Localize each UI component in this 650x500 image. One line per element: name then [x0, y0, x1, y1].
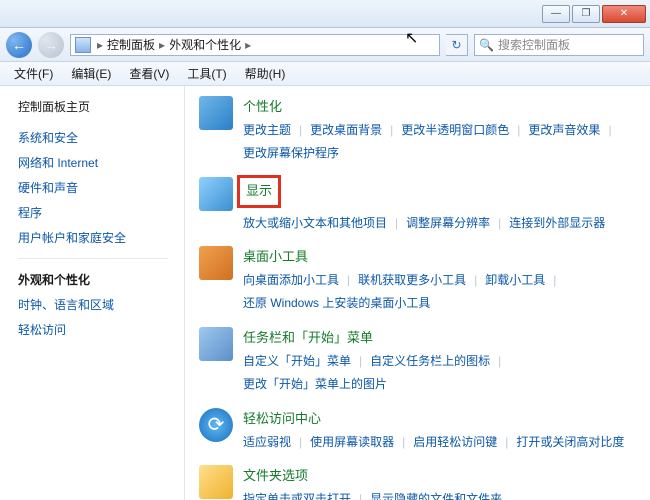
link-divider: |	[339, 269, 358, 292]
menu-bar: 文件(F) 编辑(E) 查看(V) 工具(T) 帮助(H)	[0, 62, 650, 86]
content-pane: 个性化更改主题|更改桌面背景|更改半透明窗口颜色|更改声音效果|更改屏幕保护程序…	[185, 86, 650, 500]
minimize-button[interactable]: —	[542, 5, 570, 23]
category-icon	[199, 327, 233, 361]
link-divider: |	[351, 350, 370, 373]
category-link[interactable]: 启用轻松访问键	[413, 431, 497, 454]
category-link[interactable]: 显示隐藏的文件和文件夹	[370, 488, 502, 500]
link-divider: |	[497, 431, 516, 454]
address-bar[interactable]: ▸ 控制面板 ▸ 外观和个性化 ▸	[70, 34, 440, 56]
category: 桌面小工具向桌面添加小工具|联机获取更多小工具|卸载小工具|还原 Windows…	[199, 246, 636, 315]
sidebar-item[interactable]: 用户帐户和家庭安全	[18, 225, 184, 250]
category: 个性化更改主题|更改桌面背景|更改半透明窗口颜色|更改声音效果|更改屏幕保护程序	[199, 96, 636, 165]
forward-button[interactable]: →	[38, 32, 64, 58]
menu-file[interactable]: 文件(F)	[6, 63, 61, 84]
link-divider: |	[382, 119, 401, 142]
title-bar: — ❐ ✕	[0, 0, 650, 28]
sidebar-item[interactable]: 外观和个性化	[18, 267, 184, 292]
maximize-button[interactable]: ❐	[572, 5, 600, 23]
breadcrumb-sep: ▸	[95, 38, 105, 52]
link-divider: |	[387, 212, 406, 235]
link-divider: |	[394, 431, 413, 454]
sidebar-item[interactable]: 程序	[18, 200, 184, 225]
category-title[interactable]: 文件夹选项	[243, 465, 636, 484]
search-icon: 🔍	[479, 38, 494, 52]
category-link[interactable]: 适应弱视	[243, 431, 291, 454]
menu-tools[interactable]: 工具(T)	[179, 63, 234, 84]
menu-edit[interactable]: 编辑(E)	[63, 63, 119, 84]
link-divider: |	[291, 431, 310, 454]
category-link[interactable]: 更改主题	[243, 119, 291, 142]
category-link[interactable]: 调整屏幕分辨率	[406, 212, 490, 235]
category-link[interactable]: 更改桌面背景	[310, 119, 382, 142]
category-icon	[199, 96, 233, 130]
category-link[interactable]: 自定义「开始」菜单	[243, 350, 351, 373]
category-link[interactable]: 自定义任务栏上的图标	[370, 350, 490, 373]
category-icon	[199, 465, 233, 499]
link-divider: |	[351, 488, 370, 500]
category-icon	[199, 177, 233, 211]
control-panel-icon	[75, 37, 91, 53]
category-link[interactable]: 联机获取更多小工具	[358, 269, 466, 292]
category-title[interactable]: 显示	[246, 180, 272, 199]
search-placeholder: 搜索控制面板	[498, 36, 570, 53]
category-link[interactable]: 向桌面添加小工具	[243, 269, 339, 292]
menu-help[interactable]: 帮助(H)	[237, 63, 294, 84]
category: 文件夹选项指定单击或双击打开|显示隐藏的文件和文件夹	[199, 465, 636, 500]
category: ⟳轻松访问中心适应弱视|使用屏幕读取器|启用轻松访问键|打开或关闭高对比度	[199, 408, 636, 454]
highlight-box: 显示	[237, 175, 281, 208]
breadcrumb-sep: ▸	[243, 38, 253, 52]
category-link[interactable]: 更改声音效果	[528, 119, 600, 142]
close-button[interactable]: ✕	[602, 5, 646, 23]
back-button[interactable]: ←	[6, 32, 32, 58]
link-divider: |	[490, 350, 509, 373]
link-divider: |	[545, 269, 564, 292]
category-link[interactable]: 打开或关闭高对比度	[516, 431, 624, 454]
link-divider: |	[490, 212, 509, 235]
category-title[interactable]: 任务栏和「开始」菜单	[243, 327, 636, 346]
sidebar-item[interactable]: 系统和安全	[18, 125, 184, 150]
category-icon: ⟳	[199, 408, 233, 442]
category: 任务栏和「开始」菜单自定义「开始」菜单|自定义任务栏上的图标|更改「开始」菜单上…	[199, 327, 636, 396]
breadcrumb-current[interactable]: 外观和个性化	[167, 36, 243, 53]
link-divider: |	[466, 269, 485, 292]
sidebar-item[interactable]: 网络和 Internet	[18, 150, 184, 175]
category-link[interactable]: 放大或缩小文本和其他项目	[243, 212, 387, 235]
category: 显示放大或缩小文本和其他项目|调整屏幕分辨率|连接到外部显示器	[199, 177, 636, 235]
category-link[interactable]: 卸载小工具	[485, 269, 545, 292]
link-divider: |	[291, 119, 310, 142]
category-icon	[199, 246, 233, 280]
category-title[interactable]: 个性化	[243, 96, 636, 115]
category-title[interactable]: 轻松访问中心	[243, 408, 636, 427]
sidebar-home[interactable]: 控制面板主页	[18, 98, 184, 115]
category-link[interactable]: 指定单击或双击打开	[243, 488, 351, 500]
category-title[interactable]: 桌面小工具	[243, 246, 636, 265]
refresh-button[interactable]: ↻	[446, 34, 468, 56]
sidebar-item[interactable]: 硬件和声音	[18, 175, 184, 200]
breadcrumb-sep: ▸	[157, 38, 167, 52]
sidebar: 控制面板主页 系统和安全网络和 Internet硬件和声音程序用户帐户和家庭安全…	[0, 86, 185, 500]
menu-view[interactable]: 查看(V)	[121, 63, 177, 84]
sidebar-item[interactable]: 时钟、语言和区域	[18, 292, 184, 317]
link-divider: |	[600, 119, 619, 142]
category-link[interactable]: 更改「开始」菜单上的图片	[243, 373, 387, 396]
breadcrumb-root[interactable]: 控制面板	[105, 36, 157, 53]
sidebar-item[interactable]: 轻松访问	[18, 317, 184, 342]
category-link[interactable]: 还原 Windows 上安装的桌面小工具	[243, 292, 430, 315]
navigation-bar: ← → ▸ 控制面板 ▸ 外观和个性化 ▸ ↻ 🔍 搜索控制面板	[0, 28, 650, 62]
category-link[interactable]: 连接到外部显示器	[509, 212, 605, 235]
category-link[interactable]: 使用屏幕读取器	[310, 431, 394, 454]
link-divider: |	[509, 119, 528, 142]
search-input[interactable]: 🔍 搜索控制面板	[474, 34, 644, 56]
category-link[interactable]: 更改屏幕保护程序	[243, 142, 339, 165]
category-link[interactable]: 更改半透明窗口颜色	[401, 119, 509, 142]
